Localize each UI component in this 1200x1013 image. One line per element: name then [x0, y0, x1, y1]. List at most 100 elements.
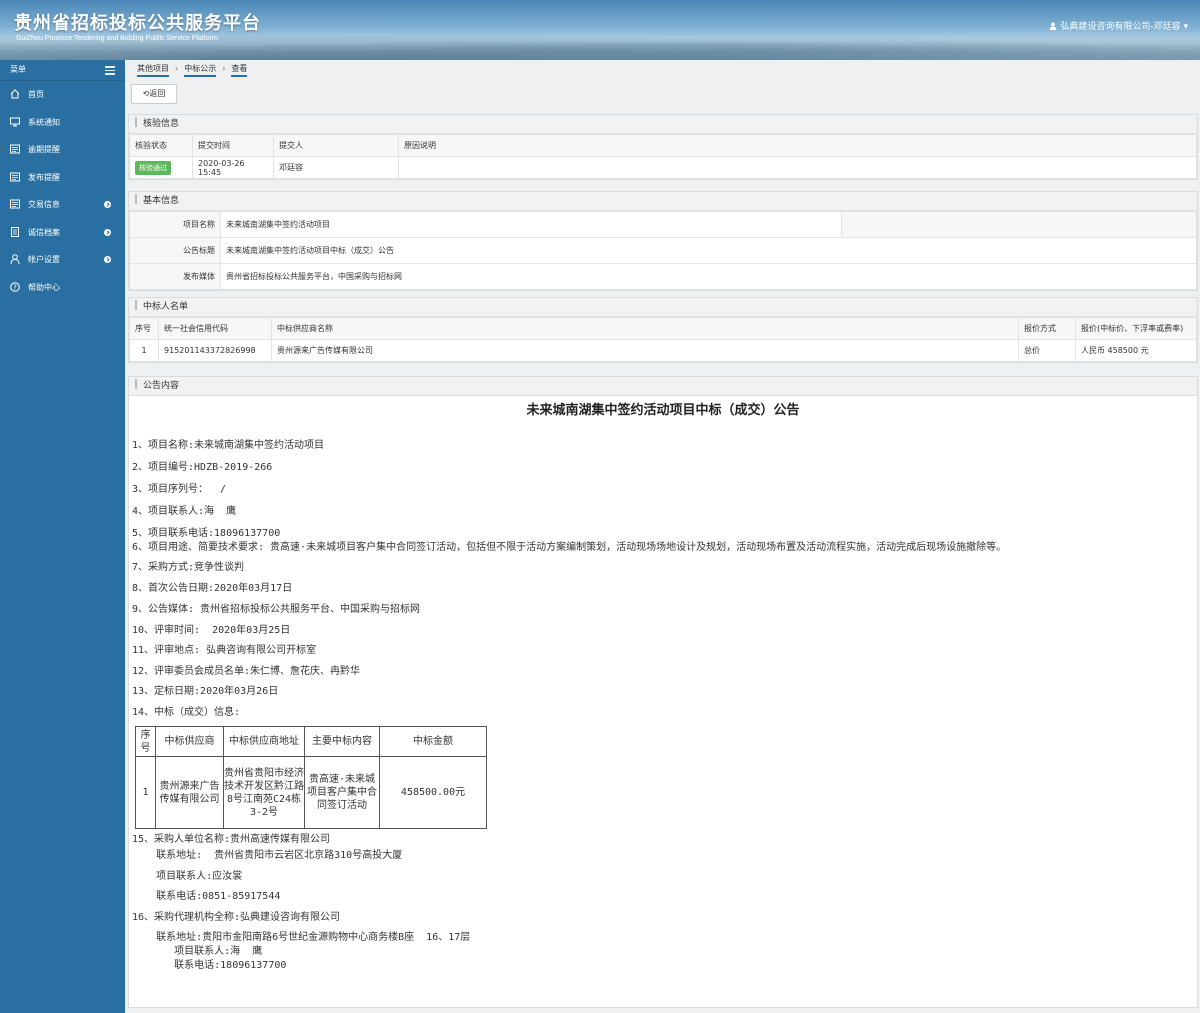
- help-icon: ?: [10, 281, 20, 292]
- basic-info-table: 项目名称 未来城南湖集中签约活动项目 公告标题 未来城南湖集中签约活动项目中标（…: [129, 211, 1197, 290]
- main-content: 其他项目 › 中标公示 › 查看 ⟲返回 核验信息 核验状态 提交时间 提交人 原因说明…: [125, 60, 1200, 1013]
- breadcrumb: 其他项目 › 中标公示 › 查看: [137, 60, 248, 78]
- notice-line: 1、项目名称:未来城南湖集中签约活动项目: [132, 440, 325, 451]
- submitter: 邓廷容: [273, 156, 399, 179]
- sidebar-item-credit[interactable]: 诚信档案: [0, 219, 125, 247]
- verify-status-cell: 核验通过: [129, 156, 193, 179]
- table-row: 1 贵州源来广告传媒有限公司 贵州省贵阳市经济技术开发区黔江路8号江南苑C24栋…: [135, 756, 487, 829]
- sidebar-item-label: 诚信档案: [28, 227, 60, 237]
- breadcrumb-item[interactable]: 中标公示: [184, 64, 217, 77]
- notice-panel: 公告内容 未来城南湖集中签约活动项目中标（成交）公告 1、项目名称:未来城南湖集…: [128, 376, 1198, 1008]
- publish-media: 贵州省招标投标公共服务平台，中国采购与招标网: [220, 263, 1197, 290]
- sidebar-item-account[interactable]: 帐户设置: [0, 246, 125, 274]
- list-icon: [10, 172, 20, 181]
- sidebar-item-label: 逾期提醒: [28, 145, 60, 154]
- user-menu[interactable]: 弘典建设咨询有限公司-邓廷容 ▾: [1049, 19, 1188, 32]
- user-icon: [1050, 22, 1057, 30]
- table-cell: 915201143372826998: [158, 339, 272, 362]
- sidebar-item-help[interactable]: ? 帮助中心: [0, 274, 125, 302]
- list-icon: [10, 199, 20, 209]
- notice-line: 项目联系人:海 鹰: [132, 946, 263, 957]
- breadcrumb-separator: ›: [222, 64, 226, 73]
- notice-section-title: 公告内容: [129, 377, 1197, 396]
- table-cell: 1: [135, 756, 156, 829]
- table-row: 1 915201143372826998 贵州源来广告传媒有限公司 总价 人民币…: [129, 339, 1197, 362]
- notice-line: 5、项目联系电话:18096137700: [132, 528, 281, 539]
- basic-info-panel: 基本信息 项目名称 未来城南湖集中签约活动项目 公告标题 未来城南湖集中签约活动…: [128, 191, 1198, 291]
- reason: [398, 156, 1197, 179]
- notice-title: 未来城南湖集中签约活动项目中标（成交）公告: [220, 237, 1197, 264]
- document-icon: [11, 226, 19, 237]
- platform-subtitle: GuiZhou Province Tendering and Bidding P…: [16, 35, 218, 42]
- notice-line: 4、项目联系人:海 鹰: [132, 506, 237, 517]
- sidebar-item-system-notice[interactable]: 系统通知: [0, 109, 125, 137]
- notice-line: 11、评审地点: 弘典咨询有限公司开标室: [132, 645, 317, 656]
- sidebar-item-label: 帮助中心: [28, 282, 60, 292]
- notice-line: 14、中标（成交）信息:: [132, 707, 241, 718]
- table-cell: 人民币 458500 元: [1075, 339, 1197, 362]
- table-cell: 458500.00元: [379, 756, 487, 829]
- monitor-icon: [10, 117, 20, 126]
- breadcrumb-item[interactable]: 其他项目: [137, 64, 169, 77]
- table-header: 报价(中标价、下浮率或费率): [1075, 317, 1197, 340]
- notice-line: 8、首次公告日期:2020年03月17日: [132, 583, 293, 594]
- notice-line: 12、评审委员会成员名单:朱仁博、詹花庆、冉黔华: [132, 666, 361, 677]
- table-header: 序号: [129, 317, 159, 340]
- notice-line: 3、项目序列号： /: [132, 484, 227, 495]
- sidebar-item-label: 系统通知: [28, 117, 60, 127]
- award-table: 序号 中标供应商 中标供应商地址 主要中标内容 中标金额 1 贵州源来广告传媒有…: [135, 726, 487, 829]
- back-button[interactable]: ⟲返回: [131, 84, 177, 104]
- table-header: 提交时间: [192, 134, 274, 157]
- table-header: 核验状态: [129, 134, 193, 157]
- sidebar-item-overdue[interactable]: 逾期提醒: [0, 136, 125, 164]
- list-icon: [10, 144, 20, 154]
- notice-line: 9、公告媒体: 贵州省招标投标公共服务平台、中国采购与招标网: [132, 604, 421, 615]
- table-cell: 1: [129, 339, 159, 362]
- table-header: 统一社会信用代码: [158, 317, 272, 340]
- sidebar-item-label: 发布提醒: [28, 172, 60, 182]
- basic-info-title: 基本信息: [129, 192, 1197, 211]
- table-header: 中标供应商: [155, 726, 224, 757]
- table-header: 原因说明: [398, 134, 1197, 157]
- table-header: 主要中标内容: [304, 726, 380, 757]
- table-header: 中标供应商名称: [271, 317, 1019, 340]
- submit-time: 2020-03-26 15:45: [192, 156, 274, 179]
- hamburger-icon[interactable]: [105, 66, 115, 77]
- notice-line: 联系地址:贵阳市金阳南路6号世纪金源购物中心商务楼B座 16、17层: [132, 932, 471, 943]
- table-header: 报价方式: [1018, 317, 1076, 340]
- table-cell: 贵州源来广告传媒有限公司: [155, 756, 224, 829]
- sidebar-item-home[interactable]: 首页: [0, 81, 125, 109]
- notice-line: 15、采购人单位名称:贵州高速传媒有限公司: [132, 834, 331, 845]
- top-header: 贵州省招标投标公共服务平台 GuiZhou Province Tendering…: [0, 0, 1200, 60]
- winners-panel: 中标人名单 序号 统一社会信用代码 中标供应商名称 报价方式 报价(中标价、下浮…: [128, 297, 1198, 363]
- verify-panel: 核验信息 核验状态 提交时间 提交人 原因说明 核验通过 2020-03-26 …: [128, 114, 1198, 180]
- sidebar-item-publish[interactable]: 发布提醒: [0, 164, 125, 192]
- sidebar-item-trade[interactable]: 交易信息: [0, 191, 125, 219]
- sidebar-item-label: 交易信息: [28, 200, 60, 209]
- verify-panel-title: 核验信息: [129, 115, 1197, 134]
- notice-line: 联系地址: 贵州省贵阳市云岩区北京路310号高投大厦: [132, 850, 403, 861]
- table-header: 中标金额: [379, 726, 487, 757]
- platform-title: 贵州省招标投标公共服务平台: [14, 13, 261, 34]
- chevron-right-icon: [104, 256, 111, 263]
- notice-line: 联系电话:0851-85917544: [132, 891, 281, 902]
- menu-label: 菜单: [10, 65, 26, 74]
- breadcrumb-separator: ›: [175, 64, 179, 73]
- breadcrumb-item: 查看: [231, 64, 248, 77]
- notice-line: 项目联系人:应汝裳: [132, 871, 243, 882]
- status-badge: 核验通过: [135, 160, 171, 175]
- back-label: 返回: [149, 89, 166, 98]
- notice-line: 2、项目编号:HDZB-2019-266: [132, 462, 273, 473]
- field-label: 项目名称: [129, 211, 221, 238]
- table-cell: 贵高速·未来城项目客户集中合同签订活动: [304, 756, 380, 829]
- empty-cell: [841, 211, 1197, 238]
- field-label: 公告标题: [129, 237, 221, 264]
- winners-table: 序号 统一社会信用代码 中标供应商名称 报价方式 报价(中标价、下浮率或费率) …: [129, 317, 1197, 362]
- user-name: 弘典建设咨询有限公司-邓廷容 ▾: [1060, 22, 1188, 32]
- table-cell: 贵州源来广告传媒有限公司: [271, 339, 1019, 362]
- notice-line: 7、采购方式:竞争性谈判: [132, 562, 245, 573]
- winners-title: 中标人名单: [129, 298, 1197, 317]
- sidebar-item-label: 首页: [28, 90, 44, 99]
- notice-line: 联系电话:18096137700: [132, 960, 287, 971]
- sidebar-item-label: 帐户设置: [28, 255, 60, 264]
